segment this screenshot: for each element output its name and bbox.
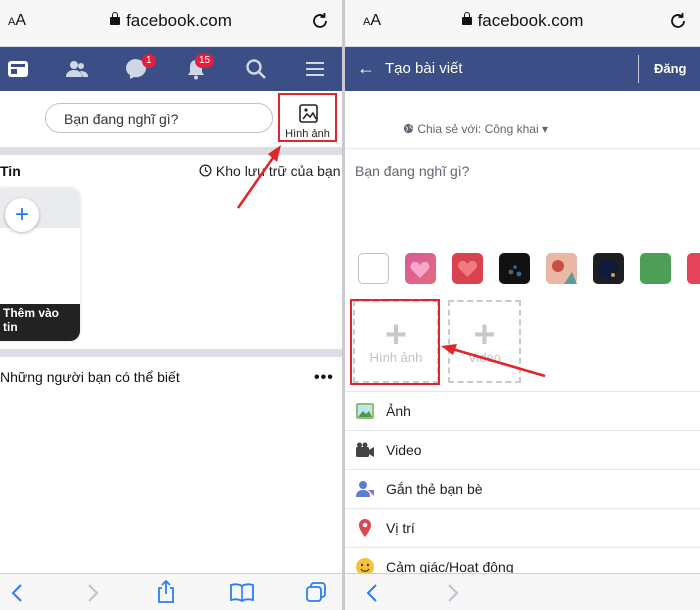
option-label: Vị trí [386,520,415,536]
swatch-red-heart[interactable] [452,253,483,284]
post-text-input[interactable]: Bạn đang nghĩ gì? [355,163,469,179]
back-icon[interactable] [363,582,383,604]
tag-friends-icon [356,481,374,497]
people-you-may-know-title: Những người bạn có thể biết [0,369,180,385]
highlight-box [350,299,440,385]
swatch-illustration[interactable] [546,253,577,284]
stories-title: Tin [0,163,21,179]
create-post-header: ← Tạo bài viết Đăng [345,47,700,91]
url-field[interactable]: facebook.com [0,11,342,31]
browser-address-bar[interactable]: AA facebook.com [0,0,342,47]
add-story-plus-icon[interactable]: + [5,198,39,232]
browser-toolbar [345,573,700,610]
notifications-badge: 15 [195,54,215,68]
swatch-dark-drops[interactable] [499,253,530,284]
right-screen: AA facebook.com ← Tạo bài viết Đăng Chia… [345,0,700,610]
share-icon[interactable] [155,579,177,605]
swatch-hearts[interactable] [405,253,436,284]
option-photo[interactable]: Ảnh [345,391,700,431]
lock-icon [461,12,472,25]
option-label: Gắn thẻ bạn bè [386,481,483,497]
post-button[interactable]: Đăng [654,61,687,76]
swatch-pink-partial[interactable] [687,253,700,284]
heart-icon [458,260,477,277]
video-camera-icon [356,442,374,457]
url-field[interactable]: facebook.com [345,11,700,31]
photo-button[interactable]: Hình ảnh [278,93,337,142]
swatch-dark-circle[interactable] [593,253,624,284]
left-screen: AA facebook.com 1 15 Bạn đang nghĩ gì? H… [0,0,342,610]
story-archive-label: Kho lưu trữ của bạn [215,163,341,179]
option-video[interactable]: Video [345,430,700,470]
photo-button-label: Hình ảnh [285,128,330,140]
url-text: facebook.com [126,11,232,30]
news-feed-icon[interactable] [6,57,30,81]
reload-icon[interactable] [309,10,331,32]
option-location[interactable]: Vị trí [345,508,700,548]
forward-icon[interactable] [442,582,462,604]
swatch-white[interactable] [358,253,389,284]
create-post-title: Tạo bài viết [385,60,463,77]
background-swatches [358,253,700,285]
moon-icon [598,259,618,279]
more-options-icon[interactable]: ••• [314,369,334,387]
audience-label: Chia sẻ với: Công khai ▾ [417,122,548,136]
menu-icon[interactable] [303,57,327,81]
back-arrow-icon[interactable]: ← [357,58,375,79]
divider [345,148,700,149]
whats-on-your-mind-input[interactable]: Bạn đang nghĩ gì? [45,103,273,133]
forward-icon[interactable] [82,582,102,604]
header-separator [638,55,639,83]
bookmarks-icon[interactable] [229,582,255,604]
swatch-green[interactable] [640,253,671,284]
location-pin-icon [359,519,371,537]
reload-icon[interactable] [667,10,689,32]
option-tag-friends[interactable]: Gắn thẻ bạn bè [345,469,700,509]
lock-icon [110,12,121,25]
messenger-badge: 1 [142,54,156,68]
add-video-button[interactable]: + Video [448,300,521,383]
photo-icon [356,403,374,419]
photo-icon [299,104,318,123]
add-to-story-label: Thêm vào tin [3,306,60,334]
clock-icon [199,164,212,177]
audience-selector[interactable]: Chia sẻ với: Công khai ▾ [403,122,548,136]
browser-toolbar [0,573,342,610]
heart-icon [410,261,430,278]
option-label: Ảnh [386,403,411,419]
globe-icon [403,123,414,134]
tabs-icon[interactable] [304,580,328,604]
facebook-nav-bar: 1 15 [0,47,342,91]
search-icon[interactable] [244,57,268,81]
section-divider [0,349,342,357]
friends-icon[interactable] [65,57,89,81]
option-label: Video [386,442,422,458]
add-video-label: Video [467,350,501,365]
face-illustration-icon [546,253,577,284]
section-divider [0,147,342,155]
url-text: facebook.com [477,11,584,30]
browser-address-bar[interactable]: AA facebook.com [345,0,700,47]
story-archive-link[interactable]: Kho lưu trữ của bạn [199,163,340,179]
back-icon[interactable] [8,582,28,604]
raindrops-icon [508,265,522,277]
